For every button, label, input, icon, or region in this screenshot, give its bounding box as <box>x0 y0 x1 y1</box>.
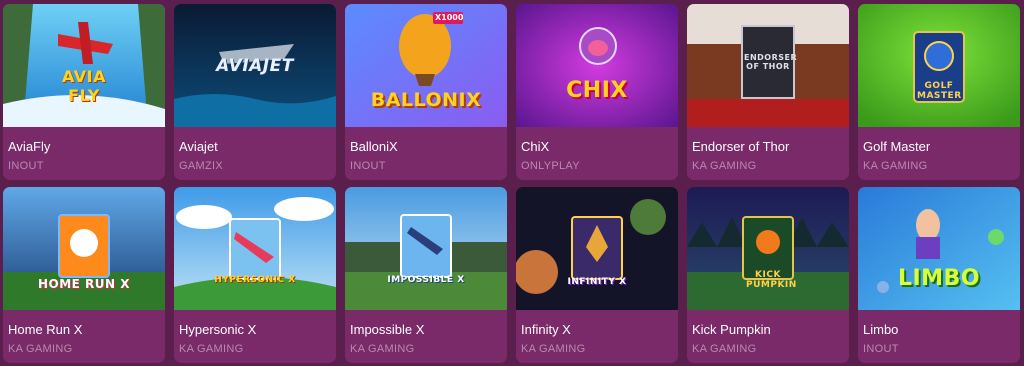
game-card-aviajet[interactable]: AVIAJET Aviajet GAMZIX <box>174 4 336 180</box>
game-logo: HOME RUN X <box>37 276 131 291</box>
game-logo: GOLF MASTER <box>917 80 962 101</box>
game-thumbnail[interactable]: INFINITY X <box>516 187 678 310</box>
game-title[interactable]: Golf Master <box>863 139 1015 155</box>
game-logo: IMPOSSIBLE X <box>387 274 465 285</box>
game-provider: KA GAMING <box>8 343 73 355</box>
game-title[interactable]: AviaFly <box>8 139 160 155</box>
game-logo: BALLONIX <box>370 88 482 111</box>
game-title[interactable]: Aviajet <box>179 139 331 155</box>
game-card-golf-master[interactable]: GOLF MASTER Golf Master KA GAMING <box>858 4 1020 180</box>
game-thumbnail[interactable]: AVIA FLY <box>3 4 165 127</box>
game-thumbnail[interactable]: AVIAJET <box>174 4 336 127</box>
game-thumbnail[interactable]: CHIX <box>516 4 678 127</box>
game-thumbnail[interactable]: LIMBO <box>858 187 1020 310</box>
game-title[interactable]: Impossible X <box>350 322 502 338</box>
game-logo: AVIA FLY <box>61 66 106 105</box>
game-provider: KA GAMING <box>863 160 928 172</box>
game-thumbnail[interactable]: KICK PUMPKIN <box>687 187 849 310</box>
game-thumbnail[interactable]: HOME RUN X <box>3 187 165 310</box>
game-thumbnail[interactable]: HYPERSONIC X <box>174 187 336 310</box>
game-logo: KICK PUMPKIN <box>746 269 797 290</box>
game-title[interactable]: Hypersonic X <box>179 322 331 338</box>
game-provider: GAMZIX <box>179 160 223 172</box>
game-thumbnail[interactable]: X1000 BALLONIX <box>345 4 507 127</box>
game-title[interactable]: Endorser of Thor <box>692 139 844 155</box>
game-card-endorser-of-thor[interactable]: ENDORSER OF THOR Endorser of Thor KA GAM… <box>687 4 849 180</box>
game-logo: CHIX <box>566 78 628 103</box>
game-logo: HYPERSONIC X <box>214 274 296 285</box>
game-card-ballonix[interactable]: X1000 BALLONIX BalloniX INOUT <box>345 4 507 180</box>
multiplier-badge: X1000 <box>435 13 464 22</box>
game-title[interactable]: Infinity X <box>521 322 673 338</box>
game-provider: INOUT <box>350 160 386 172</box>
game-provider: INOUT <box>8 160 44 172</box>
game-provider: KA GAMING <box>350 343 415 355</box>
game-thumbnail[interactable]: ENDORSER OF THOR <box>687 4 849 127</box>
game-card-home-run-x[interactable]: HOME RUN X Home Run X KA GAMING <box>3 187 165 363</box>
game-logo: ENDORSER OF THOR <box>744 52 798 71</box>
game-provider: INOUT <box>863 343 899 355</box>
game-card-aviafly[interactable]: AVIA FLY AviaFly INOUT <box>3 4 165 180</box>
game-card-impossible-x[interactable]: IMPOSSIBLE X Impossible X KA GAMING <box>345 187 507 363</box>
game-title[interactable]: Kick Pumpkin <box>692 322 844 338</box>
game-card-limbo[interactable]: LIMBO Limbo INOUT <box>858 187 1020 363</box>
game-thumbnail[interactable]: IMPOSSIBLE X <box>345 187 507 310</box>
game-thumbnail[interactable]: GOLF MASTER <box>858 4 1020 127</box>
game-logo: LIMBO <box>897 266 981 291</box>
game-logo: AVIAJET <box>216 55 294 76</box>
game-title[interactable]: ChiX <box>521 139 673 155</box>
game-title[interactable]: Home Run X <box>8 322 160 338</box>
game-card-hypersonic-x[interactable]: HYPERSONIC X Hypersonic X KA GAMING <box>174 187 336 363</box>
game-card-kick-pumpkin[interactable]: KICK PUMPKIN Kick Pumpkin KA GAMING <box>687 187 849 363</box>
game-grid: AVIA FLY AviaFly INOUT AVIAJET Aviajet G… <box>3 4 1020 363</box>
game-card-chix[interactable]: CHIX ChiX ONLYPLAY <box>516 4 678 180</box>
game-provider: ONLYPLAY <box>521 160 580 172</box>
game-title[interactable]: BalloniX <box>350 139 502 155</box>
game-title[interactable]: Limbo <box>863 322 1015 338</box>
game-provider: KA GAMING <box>692 160 757 172</box>
game-logo: INFINITY X <box>567 276 627 287</box>
game-provider: KA GAMING <box>521 343 586 355</box>
game-card-infinity-x[interactable]: INFINITY X Infinity X KA GAMING <box>516 187 678 363</box>
game-provider: KA GAMING <box>179 343 244 355</box>
game-provider: KA GAMING <box>692 343 757 355</box>
